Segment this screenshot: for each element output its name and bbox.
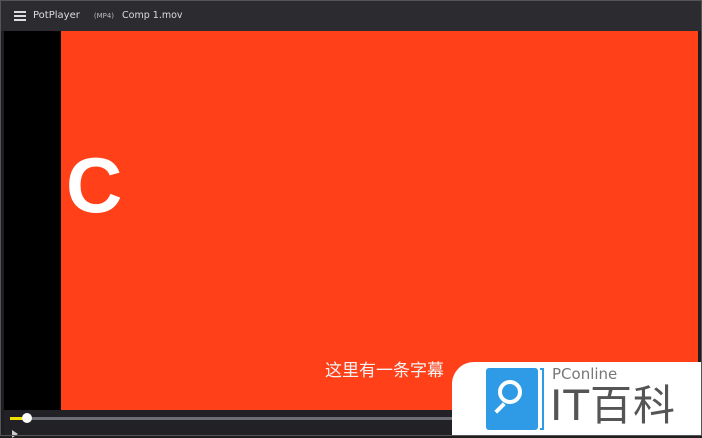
window-border [0,0,702,436]
